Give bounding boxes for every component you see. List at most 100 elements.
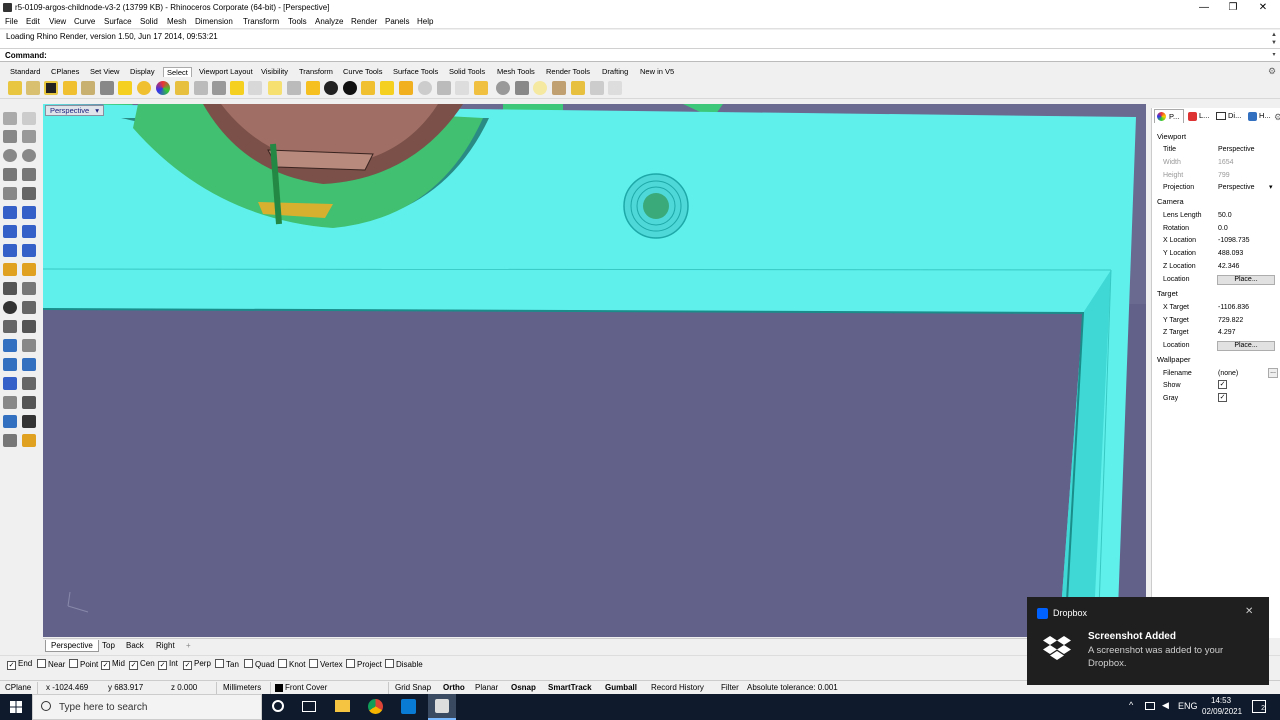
viewport-tab-right[interactable]: Right <box>151 640 180 652</box>
osnap-tan-checkbox[interactable] <box>215 659 224 668</box>
volume-icon[interactable]: ◀ <box>1162 700 1169 711</box>
command-line[interactable]: Command: ▾ <box>0 49 1280 62</box>
select-color-wheel-icon[interactable] <box>156 81 170 95</box>
osnap-int[interactable]: ✓ Int <box>158 659 178 670</box>
close-button[interactable]: ✕ <box>1248 0 1278 15</box>
notification-center-icon[interactable]: 2 <box>1252 700 1266 713</box>
select-annotations-icon[interactable] <box>287 81 301 95</box>
viewport-tab-back[interactable]: Back <box>121 640 149 652</box>
select-text-icon[interactable] <box>306 81 320 95</box>
units-display[interactable]: Millimeters <box>223 683 261 692</box>
menu-file[interactable]: File <box>5 17 18 26</box>
select-hatch-icon[interactable] <box>324 81 338 95</box>
minimize-button[interactable]: — <box>1189 0 1219 15</box>
tab-select[interactable]: Select <box>163 67 192 77</box>
toolbar-settings-gear-icon[interactable]: ⚙ <box>1268 66 1276 77</box>
select-blocks-icon[interactable] <box>230 81 244 95</box>
menu-help[interactable]: Help <box>417 17 433 26</box>
history-scroll-up-icon[interactable]: ▲ <box>1270 32 1278 39</box>
viewport-tab-perspective[interactable]: Perspective <box>45 640 99 652</box>
history-scroll-down-icon[interactable]: ▼ <box>1270 40 1278 47</box>
select-light-icon[interactable] <box>533 81 547 95</box>
gumball-toggle[interactable]: Gumball <box>605 683 637 692</box>
polygon-icon[interactable] <box>3 168 17 181</box>
osnap-knot[interactable]: Knot <box>278 659 305 669</box>
osnap-quad[interactable]: Quad <box>244 659 275 669</box>
select-last-icon[interactable] <box>63 81 77 95</box>
menu-edit[interactable]: Edit <box>26 17 40 26</box>
osnap-knot-checkbox[interactable] <box>278 659 287 668</box>
select-polysurfaces-icon[interactable] <box>343 81 357 95</box>
select-all-icon[interactable] <box>8 81 22 95</box>
osnap-cen-checkbox[interactable]: ✓ <box>129 661 138 670</box>
select-group-icon[interactable] <box>474 81 488 95</box>
viewport-tab-top[interactable]: Top <box>97 640 120 652</box>
offset-icon[interactable] <box>3 320 17 333</box>
material-icon[interactable] <box>22 434 36 447</box>
circle-icon[interactable] <box>3 149 17 162</box>
select-lights-icon[interactable] <box>268 81 282 95</box>
restore-button[interactable]: ❐ <box>1218 0 1248 15</box>
select-previous-icon[interactable] <box>81 81 95 95</box>
taskbar-search-box[interactable]: Type here to search <box>32 694 262 720</box>
rectangle-icon[interactable] <box>22 168 36 181</box>
osnap-mid[interactable]: ✓ Mid <box>101 659 125 670</box>
clock-date[interactable]: 02/09/2021 <box>1202 707 1242 716</box>
split-icon[interactable] <box>22 282 36 295</box>
extrude-icon[interactable] <box>22 206 36 219</box>
tab-transform[interactable]: Transform <box>296 67 336 77</box>
tab-render-tools[interactable]: Render Tools <box>543 67 593 77</box>
tab-standard[interactable]: Standard <box>7 67 43 77</box>
osnap-disable-checkbox[interactable] <box>385 659 394 668</box>
join-icon[interactable] <box>3 301 17 314</box>
tab-drafting[interactable]: Drafting <box>599 67 631 77</box>
tab-surface-tools[interactable]: Surface Tools <box>390 67 441 77</box>
text-icon[interactable] <box>3 339 17 352</box>
panel-settings-gear-icon[interactable]: ⚙ <box>1274 112 1280 123</box>
viewport-title-tab[interactable]: Perspective ▾ <box>45 105 105 116</box>
tab-new-in-v5[interactable]: New in V5 <box>637 67 677 77</box>
toast-close-icon[interactable]: ✕ <box>1245 606 1253 617</box>
osnap-vertex-checkbox[interactable] <box>309 659 318 668</box>
keyboard-language[interactable]: ENG <box>1178 701 1198 711</box>
mesh-icon[interactable] <box>22 244 36 257</box>
select-crv-icon[interactable] <box>418 81 432 95</box>
select-arrow-icon[interactable] <box>3 112 17 125</box>
viewport-menu-chevron-down-icon[interactable]: ▾ <box>95 106 99 115</box>
browse-wallpaper-button[interactable]: ... <box>1268 368 1278 378</box>
osnap-point[interactable]: Point <box>69 659 98 669</box>
menu-panels[interactable]: Panels <box>385 17 409 26</box>
select-open-icon[interactable] <box>361 81 375 95</box>
rebuild-icon[interactable] <box>22 320 36 333</box>
boolean-icon[interactable] <box>22 225 36 238</box>
osnap-toggle[interactable]: Osnap <box>511 683 536 692</box>
light-icon[interactable] <box>3 263 17 276</box>
menu-view[interactable]: View <box>49 17 66 26</box>
dimension-icon[interactable] <box>22 377 36 390</box>
osnap-quad-checkbox[interactable] <box>244 659 253 668</box>
menu-transform[interactable]: Transform <box>243 17 279 26</box>
perspective-viewport[interactable] <box>43 104 1146 637</box>
osnap-disable[interactable]: Disable <box>385 659 423 669</box>
render-icon[interactable] <box>22 263 36 276</box>
osnap-project[interactable]: Project <box>346 659 382 669</box>
polyline-icon[interactable] <box>3 130 17 143</box>
select-filter-icon[interactable] <box>248 81 262 95</box>
mirror-icon[interactable] <box>22 358 36 371</box>
trim-icon[interactable] <box>3 282 17 295</box>
current-layer[interactable]: Front Cover <box>285 683 327 692</box>
cylinder-icon[interactable] <box>3 244 17 257</box>
osnap-end[interactable]: ✓ End <box>7 659 32 670</box>
align-icon[interactable] <box>22 396 36 409</box>
target-place-button[interactable]: Place... <box>1217 341 1275 351</box>
osnap-near[interactable]: Near <box>37 659 65 669</box>
osnap-point-checkbox[interactable] <box>69 659 78 668</box>
select-by-color-icon[interactable] <box>100 81 114 95</box>
tab-cplanes[interactable]: CPlanes <box>48 67 82 77</box>
select-curves-icon[interactable] <box>137 81 151 95</box>
cortana-icon[interactable] <box>272 700 284 712</box>
network-icon[interactable] <box>1145 702 1155 710</box>
select-closed-icon[interactable] <box>380 81 394 95</box>
tab-solid-tools[interactable]: Solid Tools <box>446 67 488 77</box>
osnap-project-checkbox[interactable] <box>346 659 355 668</box>
